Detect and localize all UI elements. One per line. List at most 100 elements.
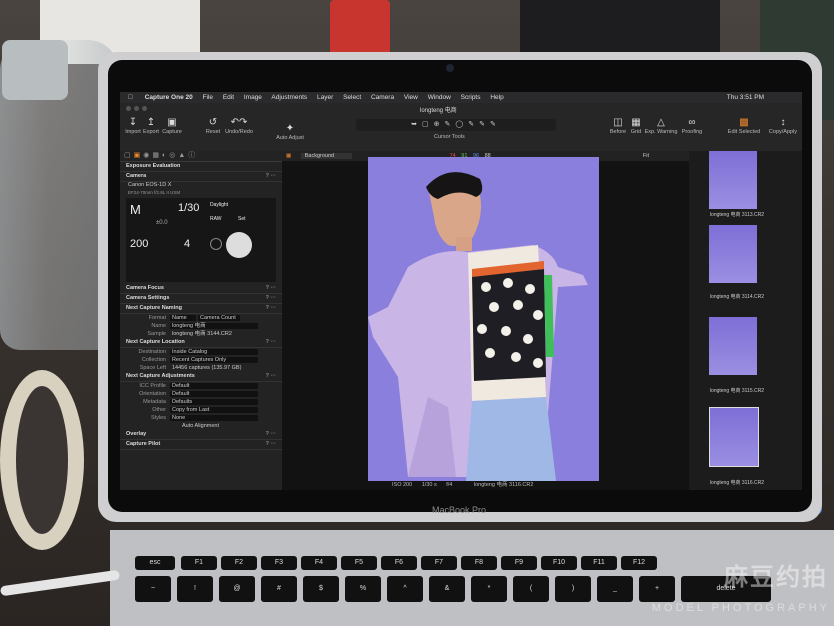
destination-select[interactable]: Inside Catalog [170,349,258,355]
proofing-button[interactable]: ∞ Proofing [680,117,704,135]
capture-button[interactable]: ▣ Capture [161,117,183,135]
close-dot[interactable] [126,106,131,111]
key-f7[interactable]: F7 [421,556,457,570]
menu-scripts[interactable]: Scripts [461,94,481,101]
copy-apply-button[interactable]: ↕ Copy/Apply [766,117,800,135]
key-5[interactable]: % [345,576,381,602]
key-f12[interactable]: F12 [621,556,657,570]
key-1[interactable]: ! [177,576,213,602]
menu-file[interactable]: File [203,94,213,101]
key-minus[interactable]: _ [597,576,633,602]
undo-redo-button[interactable]: ↶↷ Undo/Redo [222,117,256,135]
menu-adjustments[interactable]: Adjustments [271,94,307,101]
details-tab-icon[interactable]: ▲ [178,152,188,159]
icc-select[interactable]: Default [170,383,258,389]
name-field[interactable]: longteng 电商 [170,323,258,329]
reset-button[interactable]: ↺ Reset [204,117,222,135]
capture-tab-icon[interactable]: ▣ [134,152,144,159]
metadata-tab-icon[interactable]: ⓘ [188,152,198,159]
section-capture-pilot[interactable]: Capture Pilot? ··· [120,440,282,450]
app-menu[interactable]: Capture One 20 [145,94,193,101]
thumbnail[interactable] [709,151,757,209]
zoom-dot[interactable] [142,106,147,111]
menu-image[interactable]: Image [244,94,262,101]
key-3[interactable]: # [261,576,297,602]
library-tab-icon[interactable]: ▢ [124,152,134,159]
section-overlay[interactable]: Overlay? ··· [120,430,282,440]
import-button[interactable]: ↧ Import [124,117,142,135]
menu-camera[interactable]: Camera [371,94,394,101]
menu-view[interactable]: View [404,94,418,101]
tool-tabs[interactable]: ▢▣◉▦◐◎▲ⓘ [120,151,282,162]
live-view-icon[interactable] [210,238,222,250]
auto-alignment-checkbox[interactable]: Auto Alignment [180,423,268,429]
key-7[interactable]: & [429,576,465,602]
shutter-speed[interactable]: 1/30 [178,202,199,214]
collection-select[interactable]: Recent Captures Only [170,357,258,363]
composition-tab-icon[interactable]: ▦ [152,152,162,159]
before-button[interactable]: ◫ Before [608,117,628,135]
menu-help[interactable]: Help [490,94,503,101]
shooting-mode[interactable]: M [130,202,141,217]
styles-select[interactable]: None [170,415,258,421]
lens-tab-icon[interactable]: ◉ [143,152,152,159]
key-tilde[interactable]: ~ [135,576,171,602]
export-button[interactable]: ↥ Export [142,117,160,135]
apple-icon[interactable]:  [128,94,133,101]
other-select[interactable]: Copy from Last [170,407,258,413]
section-next-capture-location[interactable]: Next Capture Location? ··· [120,338,282,348]
grid-view-icon[interactable]: ▦ [286,153,291,159]
thumbnail-selected[interactable] [709,407,759,467]
menu-edit[interactable]: Edit [223,94,234,101]
key-8[interactable]: * [471,576,507,602]
white-balance[interactable]: Daylight [210,202,228,208]
section-next-capture-naming[interactable]: Next Capture Naming? ··· [120,304,282,314]
token-name[interactable]: Name [170,315,196,321]
help-icon[interactable]: ? ··· [266,172,276,181]
exp-warning-button[interactable]: △ Exp. Warning [644,117,678,135]
cursor-tools-bar[interactable]: ➥▢⊕✎◯✎✎✎ [356,119,556,131]
edit-selected-button[interactable]: ▩ Edit Selected [724,117,764,135]
section-camera-settings[interactable]: Camera Settings? ··· [120,294,282,304]
section-camera-focus[interactable]: Camera Focus? ··· [120,284,282,294]
section-next-capture-adjustments[interactable]: Next Capture Adjustments? ··· [120,372,282,382]
key-2[interactable]: @ [219,576,255,602]
key-f5[interactable]: F5 [341,556,377,570]
menu-window[interactable]: Window [428,94,451,101]
key-0[interactable]: ) [555,576,591,602]
section-exposure-evaluation[interactable]: Exposure Evaluation [120,162,282,172]
key-esc[interactable]: esc [135,556,175,570]
auto-adjust-button[interactable]: ✦ Auto Adjust [272,123,308,141]
menu-select[interactable]: Select [343,94,361,101]
key-f3[interactable]: F3 [261,556,297,570]
file-format[interactable]: RAW [210,216,221,222]
key-4[interactable]: $ [303,576,339,602]
token-camera-count[interactable]: Camera Count [198,315,240,321]
aperture-value[interactable]: 4 [184,238,190,250]
key-f9[interactable]: F9 [501,556,537,570]
menubar-clock[interactable]: Thu 3:51 PM [727,92,764,103]
key-f10[interactable]: F10 [541,556,577,570]
key-plus[interactable]: + [639,576,675,602]
exposure-comp[interactable]: ±0.0 [156,220,168,226]
zoom-fit[interactable]: Fit [643,151,649,161]
key-9[interactable]: ( [513,576,549,602]
grid-button[interactable]: ▦ Grid [628,117,644,135]
key-6[interactable]: ^ [387,576,423,602]
metadata-select[interactable]: Defaults [170,399,258,405]
minimize-dot[interactable] [134,106,139,111]
key-f1[interactable]: F1 [181,556,217,570]
iso-value[interactable]: 200 [130,238,148,250]
orientation-select[interactable]: Default [170,391,258,397]
thumbnail[interactable] [709,225,757,283]
thumbnail[interactable] [709,317,757,375]
menu-layer[interactable]: Layer [317,94,333,101]
capture-shutter-button[interactable] [226,232,252,258]
key-f2[interactable]: F2 [221,556,257,570]
collection-dropdown[interactable]: Background [300,153,353,159]
key-f6[interactable]: F6 [381,556,417,570]
color-tab-icon[interactable]: ◎ [169,152,178,159]
key-f11[interactable]: F11 [581,556,617,570]
key-f4[interactable]: F4 [301,556,337,570]
section-camera[interactable]: Camera? ··· [120,172,282,182]
